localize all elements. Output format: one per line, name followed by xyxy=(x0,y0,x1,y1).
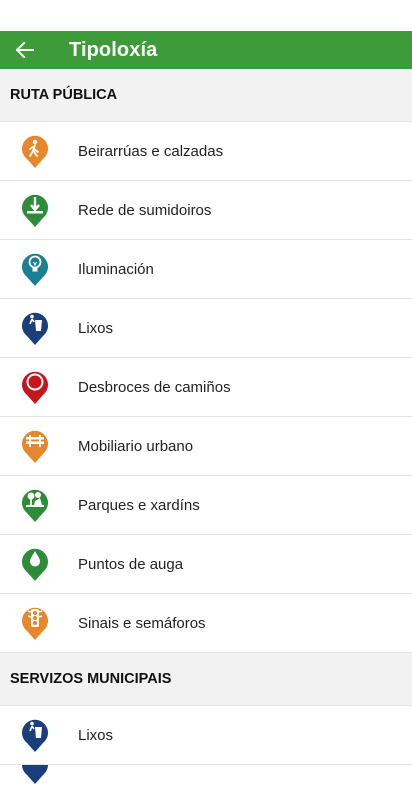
section-header: RUTA PÚBLICA xyxy=(0,69,412,122)
list-item-label: Sinais e semáforos xyxy=(78,614,206,632)
arrow-back-icon xyxy=(16,42,34,58)
drain-icon xyxy=(22,194,48,227)
status-bar xyxy=(0,0,412,31)
list-item-label: Rede de sumidoiros xyxy=(78,201,212,219)
list-item-puntos-auga[interactable]: Puntos de auga xyxy=(0,535,412,594)
section-servizos-municipais: SERVIZOS MUNICIPAIS Lixos xyxy=(0,653,412,785)
trash-icon xyxy=(22,312,48,345)
list-item-iluminacion[interactable]: Iluminación xyxy=(0,240,412,299)
trash-icon xyxy=(22,765,48,784)
pedestrian-icon xyxy=(22,135,48,168)
back-button[interactable] xyxy=(0,31,50,69)
list-item-desbroces[interactable]: Desbroces de camiños xyxy=(0,358,412,417)
list-item-label: Lixos xyxy=(78,319,114,337)
list-item-label: Lixos xyxy=(78,726,114,744)
list-item-label: Mobiliario urbano xyxy=(78,437,194,455)
list-item-sinais[interactable]: Sinais e semáforos xyxy=(0,594,412,653)
park-icon xyxy=(22,489,48,522)
list-item-label: Desbroces de camiños xyxy=(78,378,231,396)
section-ruta-publica: RUTA PÚBLICA Beirarrúas e calzadas Rede … xyxy=(0,69,412,653)
circle-icon xyxy=(22,371,48,404)
list-item-label: Puntos de auga xyxy=(78,555,184,573)
traffic-light-icon xyxy=(22,607,48,640)
list-item-label: Beirarrúas e calzadas xyxy=(78,142,224,160)
list-item-partial[interactable] xyxy=(0,765,412,785)
list-item-rede-sumidoiros[interactable]: Rede de sumidoiros xyxy=(0,181,412,240)
list-item-label: Iluminación xyxy=(78,260,154,278)
list-item-parques[interactable]: Parques e xardíns xyxy=(0,476,412,535)
list-item-label: Parques e xardíns xyxy=(78,496,200,514)
trash-icon xyxy=(22,719,48,752)
water-drop-icon xyxy=(22,548,48,581)
list-item-beirarruas[interactable]: Beirarrúas e calzadas xyxy=(0,122,412,181)
list-item-lixos[interactable]: Lixos xyxy=(0,299,412,358)
list-item-mobiliario[interactable]: Mobiliario urbano xyxy=(0,417,412,476)
lightbulb-icon xyxy=(22,253,48,286)
page-title: Tipoloxía xyxy=(69,38,158,61)
section-header: SERVIZOS MUNICIPAIS xyxy=(0,653,412,706)
list-item-lixos[interactable]: Lixos xyxy=(0,706,412,765)
bench-icon xyxy=(22,430,48,463)
app-bar: Tipoloxía xyxy=(0,31,412,69)
